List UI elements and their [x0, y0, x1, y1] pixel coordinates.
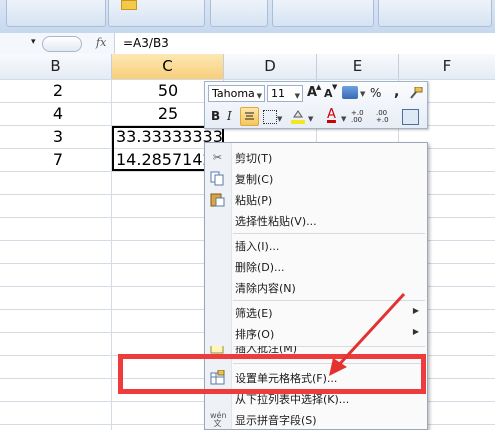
annotation-arrow [329, 292, 406, 376]
arrow-shaft [334, 292, 406, 370]
